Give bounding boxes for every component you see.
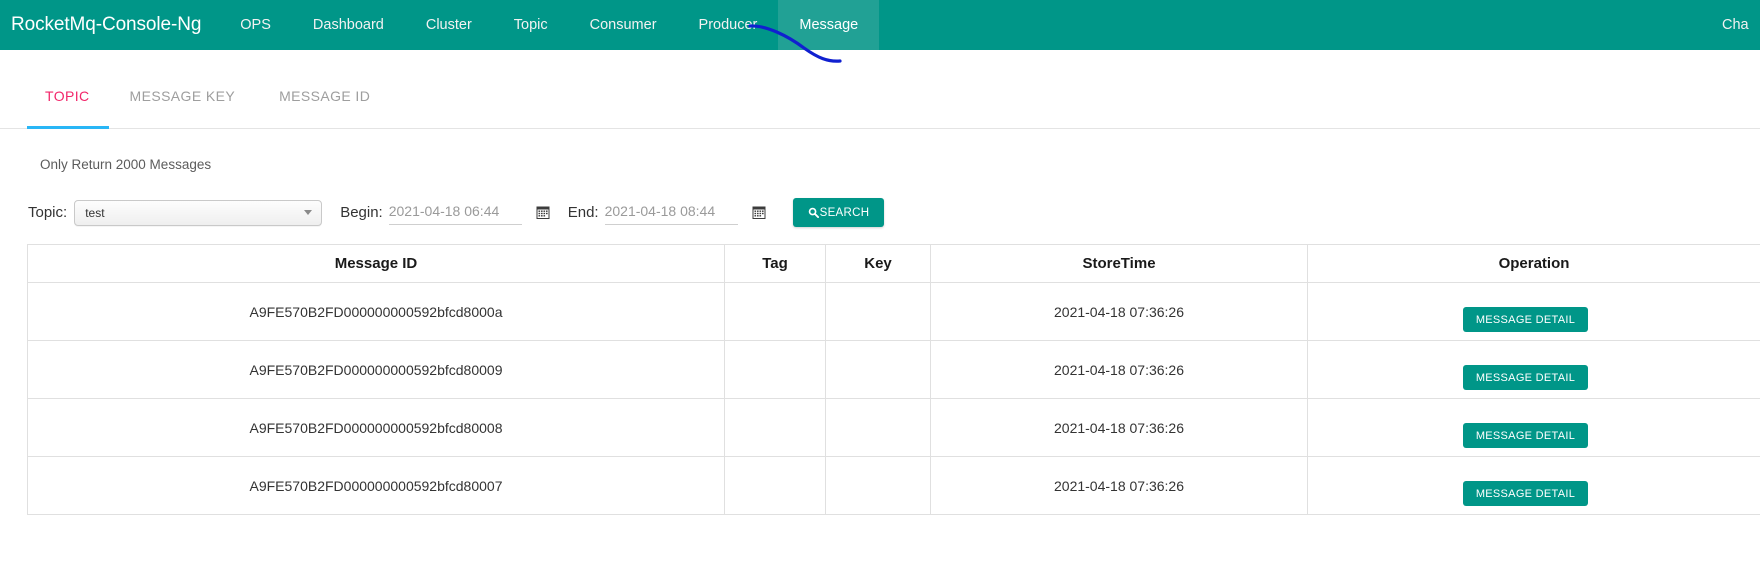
search-button[interactable]: SEARCH bbox=[792, 198, 885, 227]
nav-item-change-language[interactable]: Cha bbox=[1722, 0, 1760, 50]
message-query-tabs: TOPIC MESSAGE KEY MESSAGE ID bbox=[0, 83, 1760, 129]
table-row: A9FE570B2FD000000000592bfcd80007 2021-04… bbox=[27, 456, 1760, 515]
cell-operation: MESSAGE DETAIL bbox=[1307, 340, 1760, 399]
nav-item-ops[interactable]: OPS bbox=[219, 0, 292, 50]
nav-item-producer[interactable]: Producer bbox=[678, 0, 779, 50]
active-tab-indicator bbox=[27, 126, 109, 129]
top-navbar: RocketMq-Console-Ng OPS Dashboard Cluste… bbox=[0, 0, 1760, 63]
begin-label: Begin: bbox=[340, 204, 383, 221]
calendar-icon[interactable] bbox=[752, 205, 766, 220]
nav-item-dashboard[interactable]: Dashboard bbox=[292, 0, 405, 50]
table-row: A9FE570B2FD000000000592bfcd80008 2021-04… bbox=[27, 398, 1760, 457]
column-header-operation: Operation bbox=[1307, 244, 1760, 283]
cell-operation: MESSAGE DETAIL bbox=[1307, 398, 1760, 457]
message-results-table-wrap: Message ID Tag Key StoreTime Operation A… bbox=[0, 226, 1760, 515]
calendar-icon[interactable] bbox=[536, 205, 550, 220]
cell-message-id: A9FE570B2FD000000000592bfcd80009 bbox=[27, 340, 725, 399]
begin-datetime-input[interactable] bbox=[388, 200, 522, 225]
message-results-table: Message ID Tag Key StoreTime Operation A… bbox=[27, 244, 1760, 515]
nav-item-message[interactable]: Message bbox=[778, 0, 880, 50]
message-detail-button[interactable]: MESSAGE DETAIL bbox=[1462, 307, 1589, 332]
message-detail-button[interactable]: MESSAGE DETAIL bbox=[1462, 365, 1589, 390]
search-button-label: SEARCH bbox=[819, 206, 870, 219]
tab-message-id[interactable]: MESSAGE ID bbox=[257, 83, 392, 122]
column-header-storetime: StoreTime bbox=[930, 244, 1308, 283]
nav-item-cluster[interactable]: Cluster bbox=[405, 0, 493, 50]
search-icon bbox=[808, 207, 819, 218]
cell-key bbox=[825, 398, 931, 457]
nav-item-consumer[interactable]: Consumer bbox=[569, 0, 678, 50]
cell-storetime: 2021-04-18 07:36:26 bbox=[930, 456, 1308, 515]
cell-operation: MESSAGE DETAIL bbox=[1307, 456, 1760, 515]
cell-key bbox=[825, 456, 931, 515]
nav-item-topic[interactable]: Topic bbox=[493, 0, 569, 50]
app-brand[interactable]: RocketMq-Console-Ng bbox=[0, 0, 219, 50]
message-detail-button[interactable]: MESSAGE DETAIL bbox=[1462, 423, 1589, 448]
table-row: A9FE570B2FD000000000592bfcd80009 2021-04… bbox=[27, 340, 1760, 399]
cell-storetime: 2021-04-18 07:36:26 bbox=[930, 398, 1308, 457]
cell-message-id: A9FE570B2FD000000000592bfcd80008 bbox=[27, 398, 725, 457]
cell-tag bbox=[724, 282, 826, 341]
table-header-row: Message ID Tag Key StoreTime Operation bbox=[27, 244, 1760, 283]
column-header-message-id: Message ID bbox=[27, 244, 725, 283]
end-label: End: bbox=[567, 204, 599, 221]
message-search-form: Topic: test Begin: End: bbox=[0, 172, 1760, 227]
cell-tag bbox=[724, 398, 826, 457]
cell-message-id: A9FE570B2FD000000000592bfcd80007 bbox=[27, 456, 725, 515]
cell-key bbox=[825, 340, 931, 399]
cell-storetime: 2021-04-18 07:36:26 bbox=[930, 340, 1308, 399]
chevron-down-icon bbox=[304, 210, 313, 215]
cell-key bbox=[825, 282, 931, 341]
nav-items: OPS Dashboard Cluster Topic Consumer Pro… bbox=[219, 0, 880, 50]
column-header-tag: Tag bbox=[724, 244, 826, 283]
end-datetime-input[interactable] bbox=[604, 200, 738, 225]
column-header-key: Key bbox=[825, 244, 931, 283]
cell-tag bbox=[724, 456, 826, 515]
cell-message-id: A9FE570B2FD000000000592bfcd8000a bbox=[27, 282, 725, 341]
topic-label: Topic: bbox=[28, 204, 68, 221]
topic-select-value: test bbox=[85, 205, 105, 220]
cell-storetime: 2021-04-18 07:36:26 bbox=[930, 282, 1308, 341]
cell-operation: MESSAGE DETAIL bbox=[1307, 282, 1760, 341]
tab-topic[interactable]: TOPIC bbox=[27, 83, 108, 122]
tab-message-key[interactable]: MESSAGE KEY bbox=[108, 83, 258, 122]
topic-select[interactable]: test bbox=[74, 199, 323, 226]
message-detail-button[interactable]: MESSAGE DETAIL bbox=[1462, 481, 1589, 506]
result-limit-note: Only Return 2000 Messages bbox=[40, 157, 212, 172]
table-row: A9FE570B2FD000000000592bfcd8000a 2021-04… bbox=[27, 282, 1760, 341]
cell-tag bbox=[724, 340, 826, 399]
